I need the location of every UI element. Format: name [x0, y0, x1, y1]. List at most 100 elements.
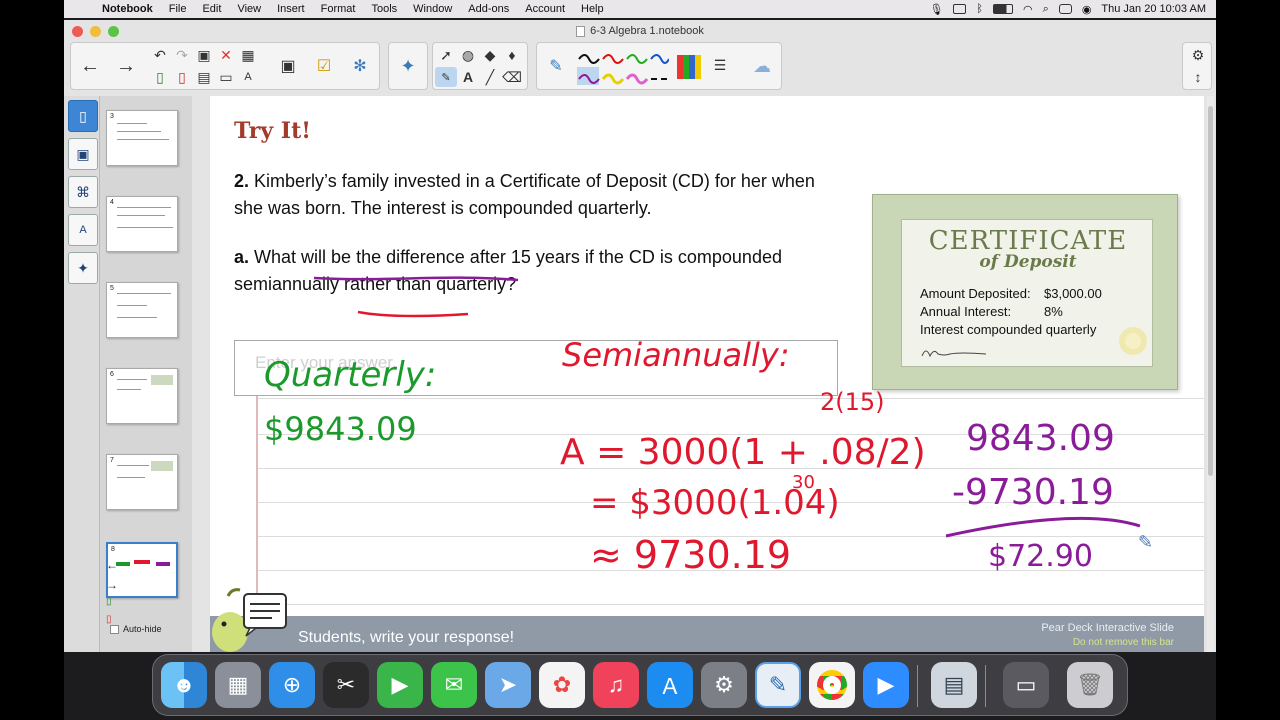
delete-icon[interactable]: ✕: [215, 45, 237, 65]
microphone-icon[interactable]: 🎙: [929, 3, 943, 16]
pen-presets[interactable]: [577, 47, 669, 87]
eraser-icon[interactable]: ⌫: [501, 67, 523, 87]
addons-tab[interactable]: ✦: [68, 252, 98, 284]
line-tool-icon[interactable]: ╱: [479, 67, 501, 87]
control-center-icon[interactable]: [1058, 4, 1072, 14]
toolbar-group-settings: ⚙ ↕: [1182, 42, 1212, 90]
document-icon: [576, 25, 586, 37]
title-bar: 6-3 Algebra 1.notebook: [64, 20, 1216, 42]
side-tabs: ▯ ▣ ⌘ A ✦: [64, 96, 100, 652]
page-thumbnail[interactable]: 5: [106, 282, 178, 338]
move-toolbar-icon[interactable]: ↕: [1187, 67, 1209, 87]
zoom-icon[interactable]: ▶: [863, 662, 909, 708]
launchpad-icon[interactable]: ▦: [215, 662, 261, 708]
text-tool-icon[interactable]: A: [457, 67, 479, 87]
menu-insert[interactable]: Insert: [269, 3, 313, 15]
magic-pen-icon[interactable]: ◍: [457, 45, 479, 65]
messages-icon[interactable]: ✉: [431, 662, 477, 708]
pen-tool-icon[interactable]: ✎: [435, 67, 457, 87]
delete-page-icon[interactable]: ▯: [171, 67, 193, 87]
seal-icon: [1119, 327, 1147, 355]
menu-addons[interactable]: Add-ons: [460, 3, 517, 15]
undo-icon[interactable]: ↶: [149, 45, 171, 65]
clock[interactable]: Thu Jan 20 10:03 AM: [1101, 3, 1206, 15]
autohide-checkbox[interactable]: [110, 624, 119, 634]
menu-account[interactable]: Account: [517, 3, 573, 15]
screen-shade-icon[interactable]: ▭: [215, 67, 237, 87]
puzzle-icon[interactable]: ✦: [391, 45, 425, 87]
downloads-stack-icon[interactable]: ▭: [1003, 662, 1049, 708]
select-icon[interactable]: ➚: [435, 45, 457, 65]
properties-icon[interactable]: ☁: [745, 45, 779, 87]
facetime-icon[interactable]: ▶: [377, 662, 423, 708]
music-icon[interactable]: ♫: [593, 662, 639, 708]
finder-icon[interactable]: ☻: [161, 662, 207, 708]
save-icon[interactable]: ▤: [193, 67, 215, 87]
properties-tab[interactable]: A: [68, 214, 98, 246]
page-sorter-tab[interactable]: ▯: [68, 100, 98, 132]
search-icon[interactable]: ⌕: [1043, 3, 1049, 16]
pen-type-icon[interactable]: ✎: [539, 45, 573, 87]
trash-icon[interactable]: 🗑: [1067, 662, 1113, 708]
amount-row: Amount Deposited: $3,000.00: [920, 286, 1102, 301]
close-window-button[interactable]: [72, 26, 83, 37]
system-preferences-icon[interactable]: ⚙: [701, 662, 747, 708]
redo-icon[interactable]: ↷: [171, 45, 193, 65]
gear-icon[interactable]: ⚙: [1187, 45, 1209, 65]
amount-label: Amount Deposited:: [920, 286, 1031, 301]
chrome-icon[interactable]: [809, 662, 855, 708]
notebook-window: 6-3 Algebra 1.notebook ← → ↶ ↷ ▣ ✕ ▦ ▯ ▯…: [64, 20, 1216, 652]
previous-page-button[interactable]: ←: [73, 45, 107, 87]
fill-icon[interactable]: ♦: [501, 45, 523, 65]
previous-page-icon[interactable]: ←: [106, 558, 118, 572]
battery-icon[interactable]: [993, 4, 1014, 14]
menu-format[interactable]: Format: [313, 3, 364, 15]
activity-builder-icon[interactable]: ☑: [307, 45, 341, 87]
table-icon[interactable]: ▦: [237, 45, 259, 65]
add-page-icon[interactable]: ▯: [106, 596, 112, 607]
rate-label: Annual Interest:: [920, 304, 1012, 319]
formula-exponent-2: 30: [792, 472, 815, 493]
certificate-inner: CERTIFICATE of Deposit Amount Deposited:…: [901, 219, 1153, 367]
page-thumbnail[interactable]: 7: [106, 454, 178, 510]
page-thumbnail[interactable]: 4: [106, 196, 178, 252]
open-icon[interactable]: ▣: [193, 45, 215, 65]
menu-app-name[interactable]: Notebook: [94, 3, 161, 15]
wifi-icon[interactable]: ◠: [1023, 3, 1033, 16]
canvas-scrollbar[interactable]: [1207, 96, 1214, 652]
color-palette-icon[interactable]: [677, 55, 701, 79]
attachments-tab[interactable]: ⌘: [68, 176, 98, 208]
app-store-icon[interactable]: Ａ: [647, 662, 693, 708]
menu-help[interactable]: Help: [573, 3, 612, 15]
menu-view[interactable]: View: [229, 3, 269, 15]
addons-icon[interactable]: ✻: [343, 45, 377, 87]
menu-edit[interactable]: Edit: [194, 3, 229, 15]
siri-icon[interactable]: ◉: [1082, 3, 1092, 16]
menu-window[interactable]: Window: [405, 3, 460, 15]
menu-file[interactable]: File: [161, 3, 195, 15]
zoom-window-button[interactable]: [108, 26, 119, 37]
shapes-icon[interactable]: ◆: [479, 45, 501, 65]
bluetooth-icon[interactable]: ᛒ: [976, 3, 983, 15]
next-page-button[interactable]: →: [109, 45, 143, 87]
preview-icon[interactable]: ▤: [931, 662, 977, 708]
page-thumbnail[interactable]: 3: [106, 110, 178, 166]
add-page-icon[interactable]: ▯: [149, 67, 171, 87]
answer-input[interactable]: Enter your answer.: [234, 340, 838, 396]
maps-icon[interactable]: ➤: [485, 662, 531, 708]
minimize-window-button[interactable]: [90, 26, 101, 37]
text-properties-icon[interactable]: A: [237, 67, 259, 87]
page-thumbnail[interactable]: 6: [106, 368, 178, 424]
next-page-icon[interactable]: →: [106, 578, 118, 592]
photos-icon[interactable]: ✿: [539, 662, 585, 708]
gallery-tab[interactable]: ▣: [68, 138, 98, 170]
smart-notebook-icon[interactable]: ✎: [755, 662, 801, 708]
line-style-icon[interactable]: ☰: [709, 55, 731, 75]
document-camera-icon[interactable]: ▣: [271, 45, 305, 87]
autohide-option[interactable]: Auto-hide: [110, 624, 162, 634]
slide-canvas[interactable]: Try It! 2. Kimberly’s family invested in…: [210, 96, 1204, 652]
final-cut-icon[interactable]: ✂: [323, 662, 369, 708]
safari-icon[interactable]: ⊕: [269, 662, 315, 708]
menu-tools[interactable]: Tools: [363, 3, 405, 15]
screen-share-icon[interactable]: [953, 4, 967, 14]
